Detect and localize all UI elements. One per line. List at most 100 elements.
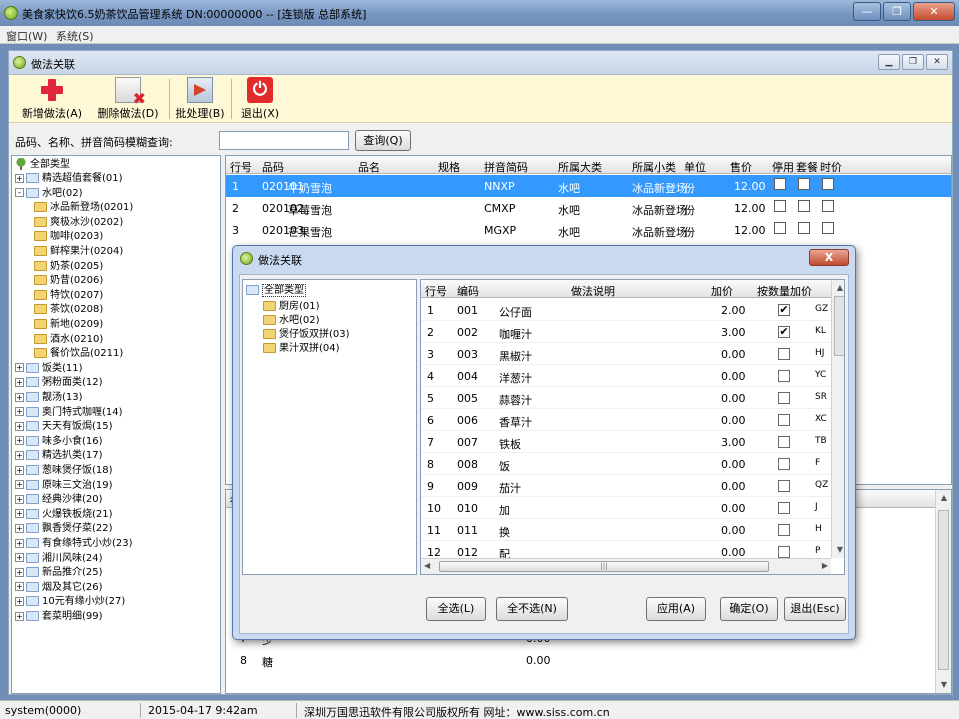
row-checkbox[interactable] (774, 178, 786, 190)
dialog-horizontal-scrollbar[interactable]: ◀ ||| ▶ (421, 558, 831, 574)
query-button[interactable]: 查询(Q) (355, 130, 411, 151)
dialog-tree-item[interactable]: 水吧(02) (263, 314, 320, 328)
col-header-price[interactable]: 售价 (730, 159, 752, 175)
table-row[interactable]: 11 011 换 0.00 H (421, 519, 831, 541)
row-checkbox[interactable] (798, 178, 810, 190)
tree-item[interactable]: + 靓汤(13) (15, 391, 83, 405)
col-header-disabled[interactable]: 停用 (772, 159, 794, 175)
scroll-thumb[interactable] (938, 510, 949, 670)
tree-item[interactable]: + 饭类(11) (15, 362, 83, 376)
tree-item[interactable]: 奶昔(0206) (34, 274, 103, 288)
by-quantity-checkbox[interactable] (778, 524, 790, 536)
expand-toggle-icon[interactable]: + (15, 173, 24, 183)
expand-toggle-icon[interactable]: + (15, 509, 24, 519)
tree-item[interactable]: + 新品推介(25) (15, 566, 103, 580)
batch-button[interactable]: 批处理(B) (173, 77, 227, 121)
expand-toggle-icon[interactable]: - (15, 188, 24, 198)
close-icon[interactable]: ✕ (913, 2, 955, 21)
ok-button[interactable]: 确定(O) (720, 597, 778, 621)
tree-item[interactable]: + 火爆铁板烧(21) (15, 508, 113, 522)
col-header-price[interactable]: 加价 (711, 283, 733, 299)
expand-toggle-icon[interactable]: + (15, 465, 24, 475)
table-row[interactable]: 7 007 铁板 3.00 TB (421, 431, 831, 453)
scroll-down-icon[interactable]: ▼ (832, 542, 844, 558)
by-quantity-checkbox[interactable] (778, 436, 790, 448)
scroll-left-icon[interactable]: ◀ (424, 561, 430, 570)
table-row[interactable]: 8 008 饭 0.00 F (421, 453, 831, 475)
expand-toggle-icon[interactable]: + (15, 392, 24, 402)
table-row[interactable]: 3 020103 芒果雪泡 MGXP 水吧 冰品新登场份 12.00 (226, 219, 951, 241)
col-header-pinyin[interactable]: 拼音简码 (484, 159, 528, 175)
row-checkbox[interactable] (774, 222, 786, 234)
dialog-tree-item[interactable]: 厨房(01) (263, 300, 320, 314)
by-quantity-checkbox[interactable]: ✔ (778, 304, 790, 316)
by-quantity-checkbox[interactable] (778, 546, 790, 558)
row-checkbox[interactable] (822, 200, 834, 212)
scroll-right-icon[interactable]: ▶ (822, 561, 828, 570)
scroll-up-icon[interactable]: ▲ (832, 280, 844, 296)
tree-item[interactable]: + 烟及其它(26) (15, 581, 103, 595)
table-row[interactable]: 6 006 香草汁 0.00 XC (421, 409, 831, 431)
table-row[interactable]: 3 003 黑椒汁 0.00 HJ (421, 343, 831, 365)
dialog-tree-item[interactable]: 煲仔饭双拼(03) (263, 328, 350, 342)
tree-item[interactable]: 咖啡(0203) (34, 230, 103, 244)
dialog-close-button[interactable]: X (809, 249, 849, 266)
dialog-exit-button[interactable]: 退出(Esc) (784, 597, 846, 621)
by-quantity-checkbox[interactable] (778, 458, 790, 470)
menu-system[interactable]: 系统(S) (56, 28, 94, 44)
tree-item[interactable]: 茶饮(0208) (34, 303, 103, 317)
tree-item[interactable]: 爽极冰沙(0202) (34, 216, 123, 230)
col-header-market-price[interactable]: 时价 (820, 159, 842, 175)
select-all-button[interactable]: 全选(L) (426, 597, 486, 621)
table-row[interactable]: 2 020102 草莓雪泡 CMXP 水吧 冰品新登场份 12.00 (226, 197, 951, 219)
tree-item[interactable]: 冰品新登场(0201) (34, 201, 133, 215)
dialog-tree-root[interactable]: 全部类型 (246, 284, 306, 298)
tree-item[interactable]: + 有食缘特式小炒(23) (15, 537, 133, 551)
child-close-icon[interactable]: ✕ (926, 54, 948, 70)
tree-item[interactable]: + 飘香煲仔菜(22) (15, 522, 113, 536)
tree-item[interactable]: + 精选超值套餐(01) (15, 172, 123, 186)
col-header-subcategory[interactable]: 所属小类 (632, 159, 676, 175)
dialog-vertical-scrollbar[interactable]: ▲ ▼ (831, 280, 844, 558)
col-header-category[interactable]: 所属大类 (558, 159, 602, 175)
tree-item[interactable]: + 原味三文治(19) (15, 479, 113, 493)
tree-item[interactable]: + 天天有饭焗(15) (15, 420, 113, 434)
col-header-unit[interactable]: 单位 (684, 159, 706, 175)
table-row[interactable]: 4 004 洋葱汁 0.00 YC (421, 365, 831, 387)
col-header-description[interactable]: 做法说明 (571, 283, 615, 299)
expand-toggle-icon[interactable]: + (15, 450, 24, 460)
table-row[interactable]: 5 005 蒜蓉汁 0.00 SR (421, 387, 831, 409)
tree-item[interactable]: + 湘川风味(24) (15, 552, 103, 566)
expand-toggle-icon[interactable]: + (15, 494, 24, 504)
tree-item[interactable]: + 葱味煲仔饭(18) (15, 464, 113, 478)
expand-toggle-icon[interactable]: + (15, 523, 24, 533)
child-restore-icon[interactable]: ❐ (902, 54, 924, 70)
tree-item[interactable]: + 经典沙律(20) (15, 493, 103, 507)
tree-item[interactable]: - 水吧(02) (15, 187, 83, 201)
expand-toggle-icon[interactable]: + (15, 567, 24, 577)
col-header-row[interactable]: 行号 (230, 159, 252, 175)
child-minimize-icon[interactable]: ▁ (878, 54, 900, 70)
col-header-by-quantity[interactable]: 按数量加价 (757, 283, 812, 299)
table-row[interactable]: 10 010 加 0.00 J (421, 497, 831, 519)
expand-toggle-icon[interactable]: + (15, 377, 24, 387)
select-none-button[interactable]: 全不选(N) (496, 597, 568, 621)
add-method-button[interactable]: 新增做法(A) (17, 77, 87, 121)
by-quantity-checkbox[interactable] (778, 392, 790, 404)
row-checkbox[interactable] (774, 200, 786, 212)
expand-toggle-icon[interactable]: + (15, 553, 24, 563)
expand-toggle-icon[interactable]: + (15, 421, 24, 431)
row-checkbox[interactable] (798, 200, 810, 212)
table-row[interactable]: 2 002 咖喱汁 3.00 ✔ KL (421, 321, 831, 343)
by-quantity-checkbox[interactable] (778, 502, 790, 514)
by-quantity-checkbox[interactable]: ✔ (778, 326, 790, 338)
col-header-combo[interactable]: 套餐 (796, 159, 818, 175)
minimize-icon[interactable]: — (853, 2, 881, 21)
apply-button[interactable]: 应用(A) (646, 597, 706, 621)
table-row[interactable]: 1 020101 牛奶雪泡 NNXP 水吧 冰品新登场份 12.00 (226, 175, 951, 197)
expand-toggle-icon[interactable]: + (15, 407, 24, 417)
tree-item[interactable]: 酒水(0210) (34, 333, 103, 347)
tree-item[interactable]: + 套菜明细(99) (15, 610, 103, 624)
row-checkbox[interactable] (822, 178, 834, 190)
tree-item[interactable]: + 味多小食(16) (15, 435, 103, 449)
